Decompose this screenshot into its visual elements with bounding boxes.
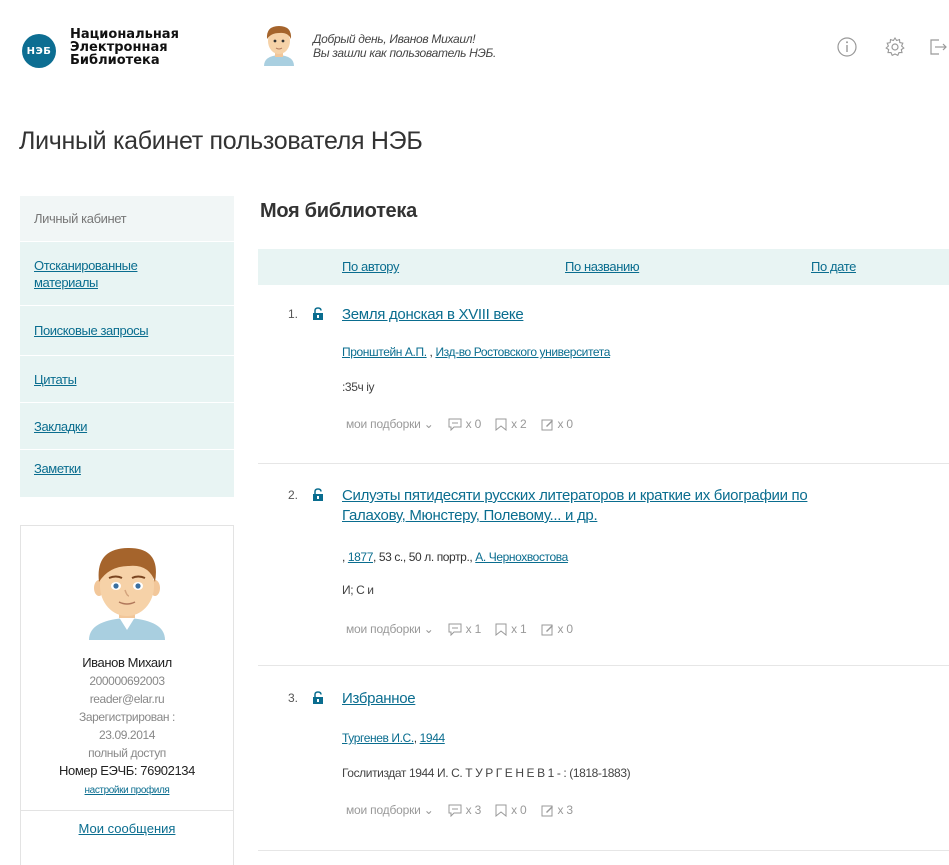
sidebar-item-label[interactable]: Заметки [34,461,81,476]
logo-text[interactable]: Национальная Электронная Библиотека [70,28,179,67]
item-number: 3. [288,691,299,705]
item-author-link[interactable]: Пронштейн А.П. [342,345,427,359]
profile-registered-date: 23.09.2014 [98,728,156,742]
profile-registered-label: Зарегистрирован : [79,710,175,724]
item-title-link[interactable]: Избранное [342,689,416,708]
profile-card-number: Номер ЕЭЧБ: 76902134 [59,763,195,778]
item-number: 2. [288,488,299,502]
bookmarks-count[interactable]: x 1 [495,622,527,636]
profile-access: полный доступ [88,746,166,760]
notes-count[interactable]: x 3 [541,803,573,817]
item-description: Гослитиздат 1944 И. С. Т У Р Г Е Н Е В 1… [342,766,631,780]
item-actions: мои подборки ⌄ x 1 x 1 x 0 [346,622,573,636]
item-description: :35ч iy [342,380,375,394]
sidebar-item-notes[interactable]: Заметки [20,450,234,498]
library-title: Моя библиотека [260,200,417,222]
comment-icon [448,804,462,817]
settings-gear-icon[interactable] [884,36,906,58]
bookmark-icon [495,804,507,817]
item-publisher-link[interactable]: А. Чернохвостова [475,550,568,564]
item-number: 1. [288,307,299,321]
sidebar-nav: Личный кабинет Отсканированные материалы… [20,196,234,498]
library-item: 1. Земля донская в XVIII веке Пронштейн … [258,305,949,455]
sidebar-item-label[interactable]: Поисковые запросы [34,323,149,338]
notes-count[interactable]: x 0 [541,417,573,431]
sort-by-author[interactable]: По автору [342,259,399,274]
comment-icon [448,418,462,431]
item-divider [258,463,949,464]
my-collections-dropdown[interactable]: мои подборки ⌄ [346,417,434,431]
item-actions: мои подборки ⌄ x 0 x 2 x 0 [346,417,573,431]
comment-icon [448,623,462,636]
my-collections-dropdown[interactable]: мои подборки ⌄ [346,622,434,636]
sidebar-item-bookmarks[interactable]: Закладки [20,403,234,450]
profile-email: reader@elar.ru [89,692,165,706]
profile-name: Иванов Михаил [82,655,172,670]
sidebar-item-label[interactable]: Отсканированные материалы [34,257,184,291]
item-title-link[interactable]: Силуэты пятидесяти русских литераторов и… [342,486,808,505]
sidebar-item-label[interactable]: Закладки [34,419,87,434]
greeting-line-2: Вы зашли как пользователь НЭБ. [313,46,497,60]
logo-badge[interactable]: НЭБ [22,34,56,68]
user-avatar-icon[interactable] [258,22,300,66]
bookmarks-count[interactable]: x 2 [495,417,527,431]
item-year-link[interactable]: 1877 [348,550,374,564]
note-edit-icon [541,624,553,635]
profile-id: 200000692003 [89,674,165,688]
sidebar-item-quotes[interactable]: Цитаты [20,356,234,403]
item-description: И; С и [342,583,374,597]
note-edit-icon [541,805,553,816]
logout-icon[interactable] [927,36,949,58]
sort-by-date[interactable]: По дате [811,259,856,274]
comments-count[interactable]: x 0 [448,417,481,431]
chevron-down-icon: ⌄ [423,803,434,817]
notes-count[interactable]: x 0 [541,622,573,636]
my-collections-dropdown[interactable]: мои подборки ⌄ [346,803,434,817]
sidebar-item-label: Личный кабинет [34,211,127,226]
profile-card: Иванов Михаил 200000692003 reader@elar.r… [20,525,234,865]
info-icon[interactable] [836,36,858,58]
sidebar-item-scanned[interactable]: Отсканированные материалы [20,242,234,306]
library-item: 2. Силуэты пятидесяти русских литераторо… [258,486,949,646]
bookmarks-count[interactable]: x 0 [495,803,527,817]
open-lock-icon [313,691,323,704]
header: НЭБ Национальная Электронная Библиотека … [0,0,949,90]
sidebar-item-label[interactable]: Цитаты [34,372,77,387]
chevron-down-icon: ⌄ [423,622,434,636]
profile-settings-link[interactable]: настройки профиля [85,785,170,796]
item-divider [258,850,949,851]
sidebar-item-search-queries[interactable]: Поисковые запросы [20,306,234,356]
comments-count[interactable]: x 3 [448,803,481,817]
chevron-down-icon: ⌄ [423,417,434,431]
bookmark-icon [495,623,507,636]
open-lock-icon [313,307,323,320]
logo-line-3: Библиотека [70,53,160,68]
page-title: Личный кабинет пользователя НЭБ [19,127,423,155]
sort-by-title[interactable]: По названию [565,259,640,274]
sidebar-item-personal-cabinet[interactable]: Личный кабинет [20,196,234,242]
item-divider [258,665,949,666]
open-lock-icon [313,488,323,501]
note-edit-icon [541,419,553,430]
item-year-link[interactable]: 1944 [420,731,446,745]
item-meta: Тургенев И.С., 1944 [342,731,445,745]
greeting-line-1: Добрый день, Иванов Михаил! [313,32,476,46]
item-meta: , 1877, 53 с., 50 л. портр., А. Чернохво… [342,550,568,564]
sort-bar: По автору По названию По дате [258,249,949,285]
profile-avatar [89,548,165,640]
item-title-link-line2[interactable]: Галахову, Мюнстеру, Полевому... и др. [342,506,598,525]
comments-count[interactable]: x 1 [448,622,481,636]
bookmark-icon [495,418,507,431]
item-author-link[interactable]: Тургенев И.С. [342,731,414,745]
my-messages-link[interactable]: Мои сообщения [79,821,176,836]
item-title-link[interactable]: Земля донская в XVIII веке [342,305,524,324]
greeting: Добрый день, Иванов Михаил! Вы зашли как… [313,32,496,60]
item-publisher-link[interactable]: Изд-во Ростовского университета [435,345,610,359]
item-actions: мои подборки ⌄ x 3 x 0 x 3 [346,803,573,817]
library-item: 3. Избранное Тургенев И.С., 1944 Гослити… [258,689,949,829]
meta-mid: , 53 с., 50 л. портр., [372,550,476,564]
item-meta: Пронштейн А.П. , Изд-во Ростовского унив… [342,345,610,359]
